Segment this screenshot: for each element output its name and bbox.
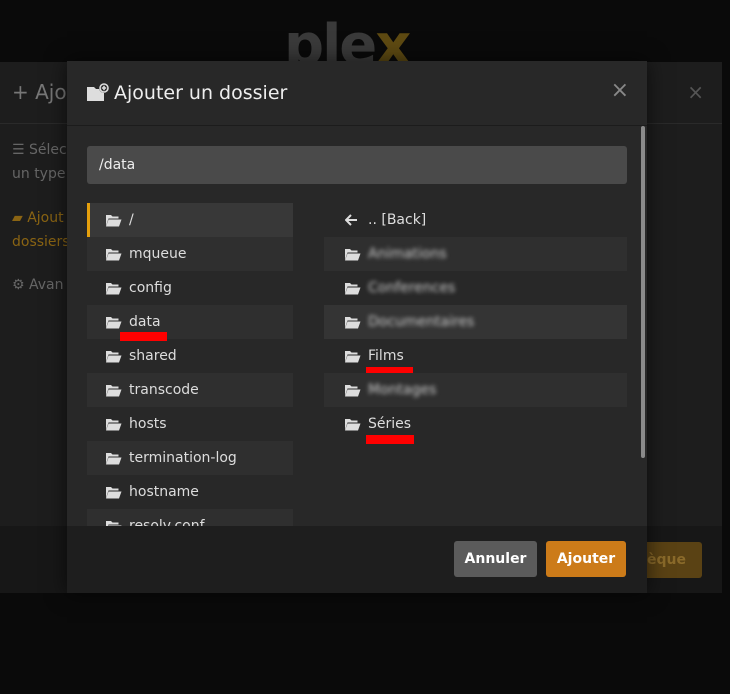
folder-item-montages[interactable]: Montages xyxy=(324,373,627,407)
folder-item-animations[interactable]: Animations xyxy=(324,237,627,271)
folder-browser: / mqueue config data shared transcode ho… xyxy=(67,203,647,526)
folder-open-icon xyxy=(106,486,122,498)
folder-item-termination-log[interactable]: termination-log xyxy=(87,441,293,475)
folder-open-icon xyxy=(106,248,122,260)
folder-plus-icon xyxy=(87,83,109,101)
background-step-advanced: ⚙ Avan xyxy=(12,277,64,293)
cancel-button[interactable]: Annuler xyxy=(454,541,537,577)
folder-open-icon xyxy=(345,316,361,328)
folder-item-mqueue[interactable]: mqueue xyxy=(87,237,293,271)
folder-open-icon xyxy=(345,384,361,396)
folder-item-hosts[interactable]: hosts xyxy=(87,407,293,441)
folder-open-icon xyxy=(106,384,122,396)
folder-item-config[interactable]: config xyxy=(87,271,293,305)
scrollbar[interactable] xyxy=(641,126,645,458)
folder-contents: .. [Back] Animations Conferences Documen… xyxy=(324,203,627,444)
dialog-footer: Annuler Ajouter xyxy=(67,526,647,593)
folder-open-icon xyxy=(345,248,361,260)
folder-open-icon: ▰ xyxy=(12,210,28,226)
dialog-header: Ajouter un dossier × xyxy=(67,61,647,126)
folder-item-root[interactable]: / xyxy=(87,203,293,237)
background-step-folders: ▰ Ajout xyxy=(12,210,64,226)
folder-open-icon xyxy=(106,282,122,294)
arrow-left-icon xyxy=(345,214,357,226)
directory-tree: / mqueue config data shared transcode ho… xyxy=(87,203,293,526)
back-item[interactable]: .. [Back] xyxy=(324,203,627,237)
folder-open-icon xyxy=(106,452,122,464)
background-step-type: ☰ Sélec xyxy=(12,142,67,158)
folder-open-icon xyxy=(345,350,361,362)
path-input[interactable] xyxy=(87,146,627,184)
close-icon[interactable]: × xyxy=(611,79,629,103)
folder-open-icon xyxy=(106,316,122,328)
folder-open-icon xyxy=(106,418,122,430)
background-close-icon: × xyxy=(687,80,704,104)
folder-item-documentaires[interactable]: Documentaires xyxy=(324,305,627,339)
add-button[interactable]: Ajouter xyxy=(546,541,626,577)
folder-item-data[interactable]: data xyxy=(87,305,293,341)
dialog-title: Ajouter un dossier xyxy=(114,82,288,104)
folder-item-films[interactable]: Films xyxy=(324,339,627,376)
folder-open-icon xyxy=(345,282,361,294)
add-folder-dialog: Ajouter un dossier × / mqueue config dat… xyxy=(67,61,647,593)
folder-item-resolv-conf[interactable]: resolv.conf xyxy=(87,509,293,526)
background-step-type-line2: un type xyxy=(12,166,66,182)
folder-open-icon xyxy=(345,418,361,430)
folder-item-hostname[interactable]: hostname xyxy=(87,475,293,509)
redaction-mark xyxy=(366,435,414,444)
folder-open-icon xyxy=(106,350,122,362)
folder-item-transcode[interactable]: transcode xyxy=(87,373,293,407)
folder-item-shared[interactable]: shared xyxy=(87,339,293,373)
folder-item-conferences[interactable]: Conferences xyxy=(324,271,627,305)
background-step-folders-line2: dossiers xyxy=(12,234,70,250)
folder-open-icon xyxy=(106,214,122,226)
folder-item-series[interactable]: Séries xyxy=(324,407,627,444)
